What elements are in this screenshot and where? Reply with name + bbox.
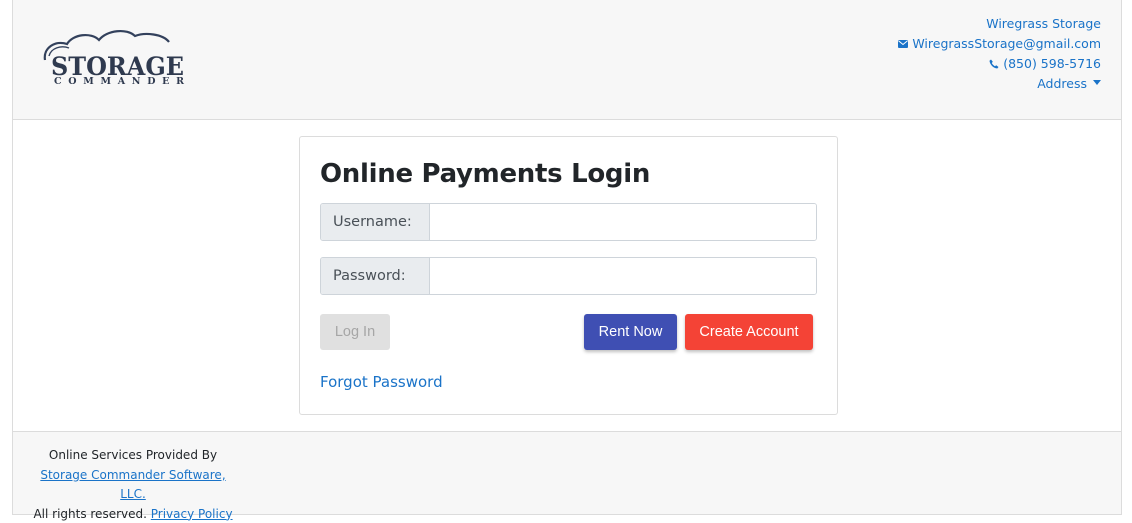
address-dropdown[interactable]: Address	[898, 74, 1101, 94]
footer-provided-by: Online Services Provided By	[48, 448, 218, 462]
username-input[interactable]	[430, 204, 816, 240]
address-label: Address	[1037, 76, 1087, 91]
logo-subtitle: COMMANDER	[54, 76, 184, 87]
phone-icon	[989, 55, 999, 75]
privacy-policy-link[interactable]: Privacy Policy	[151, 507, 233, 521]
contact-info: Wiregrass Storage WiregrassStorage@gmail…	[898, 14, 1101, 94]
company-link[interactable]: Wiregrass Storage	[898, 14, 1101, 34]
footer-rights: All rights reserved.	[33, 506, 147, 521]
footer: Online Services Provided By Storage Comm…	[13, 431, 1121, 521]
password-label: Password:	[321, 258, 430, 294]
phone-text: (850) 598-5716	[1003, 55, 1101, 71]
logo-graphic: STORAGE COMMANDER	[43, 30, 184, 87]
forgot-password-link[interactable]: Forgot Password	[320, 373, 443, 391]
page-title: Online Payments Login	[320, 159, 651, 189]
page-frame: STORAGE COMMANDER Wiregrass Storage Wire…	[12, 0, 1122, 521]
password-group: Password:	[320, 257, 817, 295]
email-text: WiregrassStorage@gmail.com	[912, 35, 1101, 51]
caret-down-icon	[1093, 80, 1101, 85]
phone-link[interactable]: (850) 598-5716	[898, 54, 1101, 74]
envelope-icon	[898, 34, 909, 54]
create-account-button[interactable]: Create Account	[685, 314, 813, 350]
storage-commander-logo[interactable]: STORAGE COMMANDER	[41, 26, 191, 90]
username-group: Username:	[320, 203, 817, 241]
login-button[interactable]: Log In	[320, 314, 390, 350]
username-label: Username:	[321, 204, 430, 240]
login-card: Online Payments Login Username: Password…	[299, 136, 838, 415]
rent-now-button[interactable]: Rent Now	[584, 314, 677, 350]
provider-link[interactable]: Storage Commander Software, LLC.	[40, 468, 225, 502]
password-input[interactable]	[430, 258, 816, 294]
header: STORAGE COMMANDER Wiregrass Storage Wire…	[13, 0, 1121, 120]
email-link[interactable]: WiregrassStorage@gmail.com	[898, 34, 1101, 54]
footer-text: Online Services Provided By Storage Comm…	[33, 446, 233, 523]
